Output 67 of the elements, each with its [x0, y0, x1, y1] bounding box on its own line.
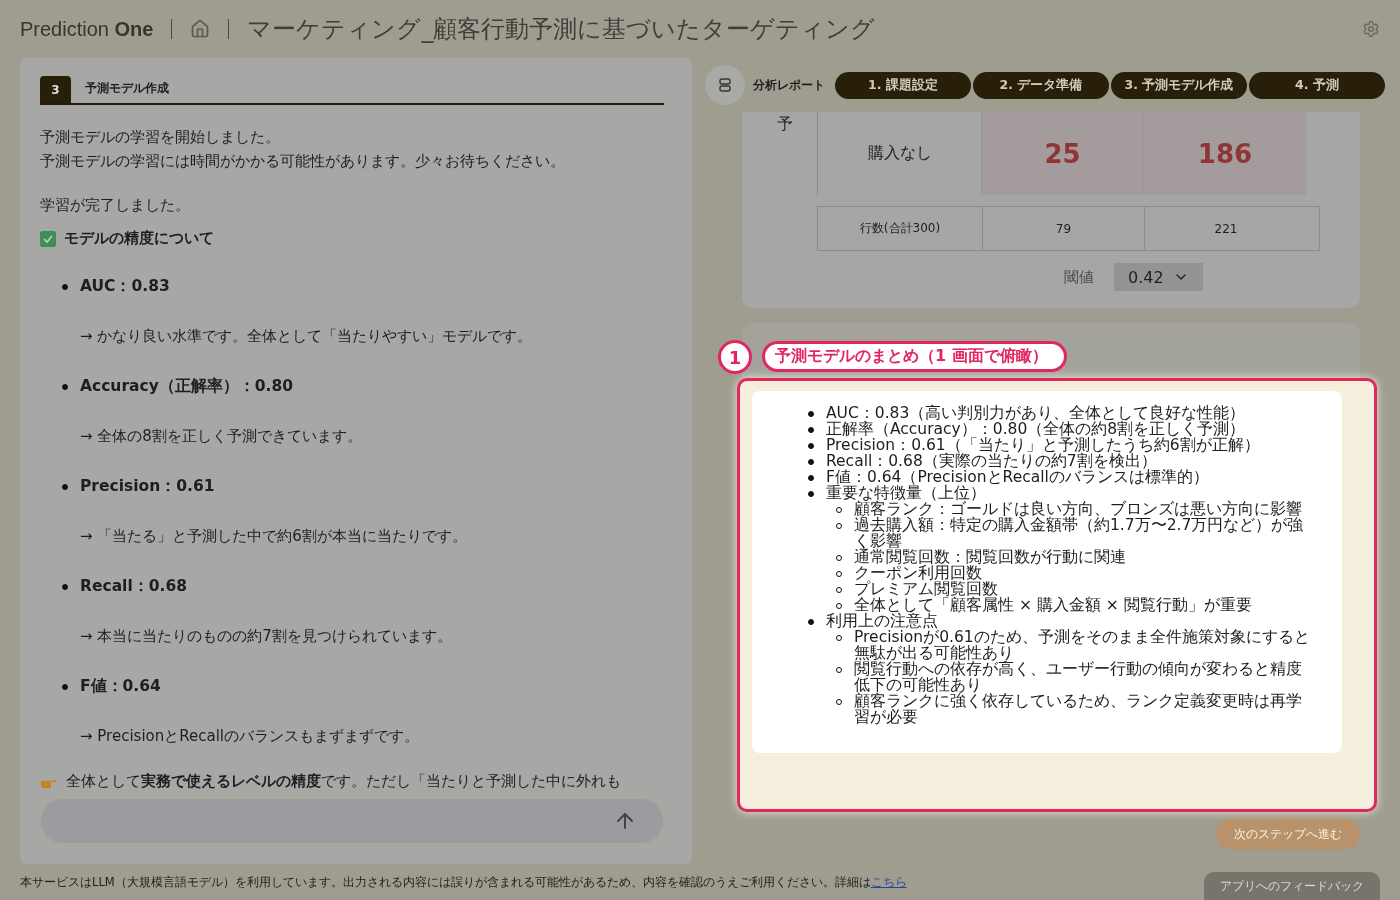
summary-item: Precision：0.61（「当たり」と予測したうち約6割が正解） — [826, 437, 1260, 453]
bullet-dot — [808, 475, 814, 481]
summary-item: 正解率（Accuracy）：0.80（全体の約8割を正しく予測） — [826, 421, 1246, 437]
matrix-cell: 25 — [981, 112, 1143, 195]
metric-comment: → かなり良い水準です。全体として「当たりやすい」モデルです。 — [79, 327, 534, 346]
axis-label: 予 — [777, 113, 794, 135]
metric-comment: → PrecisionとRecallのバランスもまずまずです。 — [79, 727, 421, 746]
metric-label: Recall：0.68 — [80, 576, 187, 597]
step-tab[interactable]: 1. 課題設定 — [835, 71, 971, 99]
bullet-dot — [808, 411, 814, 417]
summary-subitem: 過去購入額：特定の購入金額帯（約1.7万〜2.7万円など）が強く影響 — [854, 517, 1305, 549]
summary-subitem: 全体として「顧客属性 × 購入金額 × 閲覧行動」が重要 — [854, 597, 1252, 613]
summary-subitem: 通常閲覧回数：閲覧回数が行動に関連 — [854, 549, 1126, 565]
metric-comment: → 本当に当たりのものの約7割を見つけられています。 — [79, 627, 453, 646]
section-title: モデルの精度について — [64, 229, 214, 248]
summary-subitem: 顧客ランク：ゴールドは良い方向、ブロンズは悪い方向に影響 — [854, 501, 1302, 517]
bullet-dot — [62, 583, 68, 590]
chat-input[interactable] — [40, 798, 664, 844]
bullet-dot — [808, 443, 814, 449]
metric-label: Precision：0.61 — [80, 476, 215, 497]
summary-subitem: 閲覧行動への依存が高く、ユーザー行動の傾向が変わると精度低下の可能性あり — [854, 661, 1303, 693]
threshold-select[interactable]: 0.42 — [1114, 263, 1203, 291]
feedback-button[interactable]: アプリへのフィードバック — [1204, 872, 1380, 900]
bullet-dot — [62, 483, 68, 490]
brand-logo: Prediction One — [20, 17, 154, 41]
metric-comment: → 全体の8割を正しく予測できています。 — [79, 427, 363, 446]
metric-label: AUC：0.83 — [80, 276, 170, 297]
report-label: 分析レポート — [753, 76, 825, 94]
threshold-label: 閾値 — [1064, 267, 1094, 287]
bullet-dot — [62, 683, 68, 690]
callout-number: 1 — [718, 340, 752, 374]
bullet-dot — [808, 491, 814, 497]
step-number: 3 — [40, 76, 71, 103]
step-title: 予測モデル作成 — [85, 80, 169, 97]
summary-item: Recall：0.68（実際の当たりの約7割を検出） — [826, 453, 1157, 469]
chat-message: 予測モデルの学習には時間がかかる可能性があります。少々お待ちください。 — [40, 151, 566, 172]
table-cell-text: 行数(合計300) — [858, 220, 942, 237]
bullet-dot — [62, 383, 68, 390]
metric-label: F値：0.64 — [80, 676, 161, 697]
summary-subitem: プレミアム閲覧回数 — [854, 581, 998, 597]
settings-icon[interactable] — [1362, 20, 1380, 38]
summary-item: AUC：0.83（高い判別力があり、全体として良好な性能） — [826, 405, 1246, 421]
chat-message: 学習が完了しました。 — [40, 195, 191, 216]
step-tab[interactable]: 4. 予測 — [1249, 71, 1385, 99]
bullet-dot — [808, 619, 814, 625]
summary-item: F値：0.64（PrecisionとRecallのバランスは標準的） — [826, 469, 1209, 485]
home-icon[interactable] — [190, 19, 211, 39]
bullet-dot — [62, 283, 68, 290]
summary-subitem: クーポン利用回数 — [854, 565, 982, 581]
metric-label: Accuracy（正解率）：0.80 — [80, 376, 294, 397]
bullet-dot — [808, 427, 814, 433]
bullet-dot — [808, 459, 814, 465]
summary-item: 重要な特徴量（上位） — [826, 485, 986, 501]
table-cell: 221 — [1144, 207, 1307, 250]
summary-subitem: 顧客ランクに強く依存しているため、ランク定義変更時は再学習が必要 — [854, 693, 1303, 725]
project-title: マーケティング_顧客行動予測に基づいたターゲティング — [247, 14, 877, 45]
chat-message: 予測モデルの学習を開始しました。 — [40, 127, 281, 148]
summary-item: 利用上の注意点 — [826, 613, 938, 629]
conclusion-text: 全体として実務で使えるレベルの精度です。ただし「当たりと予測した中に外れも — [66, 772, 621, 791]
disclaimer-text: 本サービスはLLM（大規模言語モデル）を利用しています。出力される内容には誤りが含まれる可能性があるため、内容を確認のうえご利用ください。詳細はこちら — [20, 874, 907, 890]
summary-subitem: Precisionが0.61のため、予測をそのまま全件施策対象にすると無駄が出る可能性あり — [854, 629, 1311, 661]
table-cell: 79 — [982, 207, 1144, 250]
callout-title: 予測モデルのまとめ（1 画面で俯瞰） — [762, 341, 1067, 372]
step-tab[interactable]: 3. 予測モデル作成 — [1111, 71, 1247, 99]
matrix-cell: 186 — [1143, 112, 1306, 195]
metric-comment: → 「当たる」と予測した中で約6割が本当に当たりです。 — [79, 527, 468, 546]
step-tab[interactable]: 2. データ準備 — [973, 71, 1109, 99]
